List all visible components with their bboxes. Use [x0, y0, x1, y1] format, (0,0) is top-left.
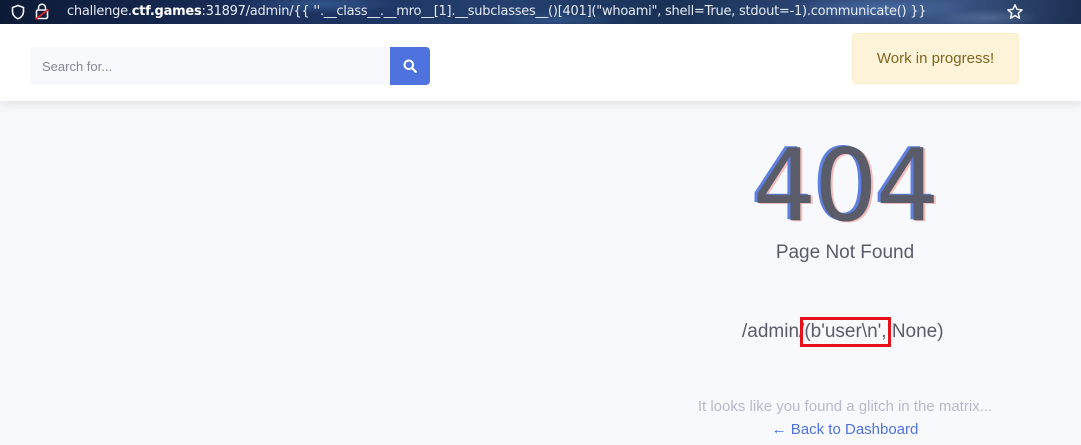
page-not-found-title: Page Not Found	[775, 242, 915, 263]
url-prefix: challenge.	[67, 4, 132, 19]
error-code-main: 404	[752, 127, 940, 244]
back-to-dashboard-link[interactable]: ← Back to Dashboard	[745, 421, 945, 438]
search-icon	[403, 59, 417, 73]
topbar: Work in progress!	[0, 24, 1081, 101]
lock-icon[interactable]	[35, 3, 49, 20]
command-output-highlight: (b'user\n',	[800, 317, 891, 347]
shield-icon[interactable]	[10, 4, 26, 20]
url-host: ctf.games	[131, 4, 202, 19]
url-text[interactable]: challenge.ctf.games:31897/admin/{{ ''.__…	[67, 4, 927, 19]
browser-address-bar: challenge.ctf.games:31897/admin/{{ ''.__…	[0, 0, 1081, 24]
glitch-message: It looks like you found a glitch in the …	[697, 398, 993, 415]
path-prefix: /admin/	[742, 321, 805, 342]
error-code: 404 404 404	[720, 127, 970, 244]
url-path: :31897/admin/{{ ''.__class__.__mro__[1].…	[201, 4, 927, 19]
star-icon[interactable]	[1006, 3, 1024, 21]
path-suffix: None)	[886, 321, 944, 342]
search-input[interactable]	[30, 47, 390, 85]
search-button[interactable]	[390, 47, 430, 85]
requested-path: /admin/(b'user\n', None)	[742, 317, 944, 347]
work-in-progress-alert: Work in progress!	[852, 33, 1019, 84]
